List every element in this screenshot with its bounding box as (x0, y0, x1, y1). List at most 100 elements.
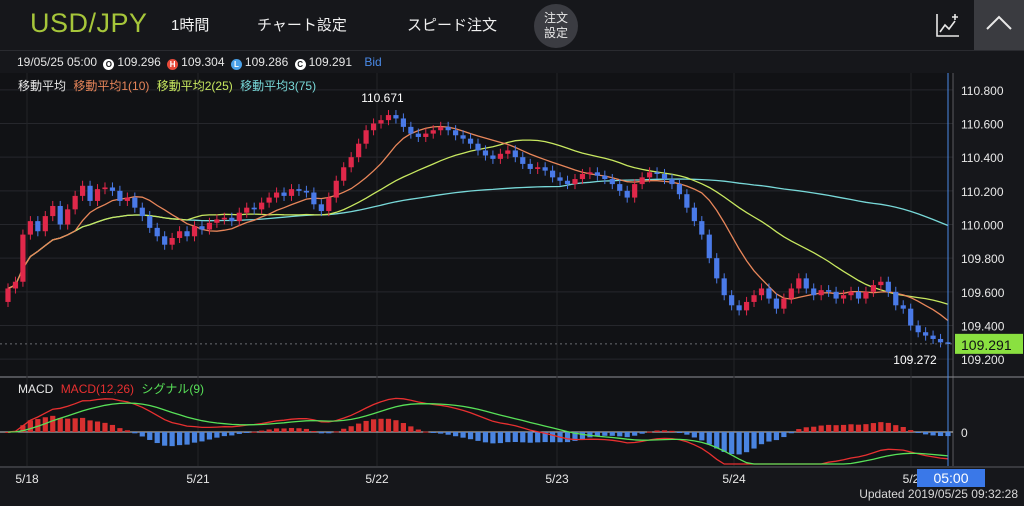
macd-histogram-bar (535, 432, 541, 443)
candle-body (550, 170, 556, 178)
candle-body (490, 155, 496, 159)
low-value: 109.286 (244, 55, 289, 69)
candle-body (840, 295, 847, 299)
macd-histogram-bar (930, 432, 936, 436)
candle-body (467, 138, 474, 144)
macd-histogram-bar (117, 428, 123, 432)
macd-histogram-bar (266, 429, 272, 432)
macd-histogram-bar (609, 432, 615, 436)
candle-body (848, 291, 854, 296)
time-tick-label: 5/23 (545, 472, 569, 486)
candle-body (826, 290, 832, 292)
macd-histogram-bar (878, 422, 884, 432)
candle-body (773, 298, 780, 309)
candle-body (57, 205, 63, 225)
candle-body (923, 332, 929, 336)
order-settings-button[interactable]: 注文 設定 (534, 4, 578, 48)
candle-body (766, 288, 772, 299)
macd-histogram-bar (57, 418, 63, 432)
candle-body (341, 167, 347, 181)
open-badge-icon: O (103, 59, 115, 70)
macd-histogram-bar (751, 432, 757, 449)
candle-body (811, 288, 817, 296)
macd-histogram-bar (408, 426, 414, 432)
macd-histogram-bar (706, 432, 712, 445)
candle-body (296, 189, 302, 191)
candle-body (803, 278, 809, 289)
price-tick-label: 109.600 (961, 286, 1005, 300)
timeframe-button[interactable]: 1時間 (171, 14, 209, 35)
macd-histogram-bar (288, 427, 295, 432)
macd-histogram-bar (714, 432, 720, 449)
candle-body (80, 185, 86, 196)
price-tick-label: 110.400 (961, 151, 1004, 165)
macd-histogram-bar (617, 432, 623, 437)
macd-histogram-bar (184, 432, 190, 445)
candle-body (564, 180, 571, 185)
price-tick-label: 109.800 (961, 252, 1005, 266)
candle-body (176, 231, 183, 238)
macd-histogram-bar (602, 432, 608, 436)
macd-histogram-bar (684, 432, 690, 435)
candle-body (356, 143, 362, 158)
macd-histogram-bar (72, 418, 78, 432)
macd-histogram-bar (848, 424, 854, 432)
speed-order-button[interactable]: スピード注文 (407, 14, 497, 35)
candle-body (12, 281, 19, 289)
candle-body (542, 167, 548, 171)
price-chart[interactable]: 110.800 110.600 110.400 110.200 110.000 109.8… (0, 0, 1024, 506)
candle-body (147, 216, 153, 228)
macd-histogram-bar (923, 432, 929, 435)
macd-histogram-bar (259, 430, 265, 432)
candle-body (5, 288, 11, 302)
candle-body (221, 217, 227, 220)
order-settings-label-line2: 設定 (543, 26, 568, 40)
candle-body (818, 290, 824, 296)
candle-body (453, 130, 459, 136)
candle-body (870, 285, 876, 292)
macd-histogram-bar (908, 430, 914, 432)
candle-body (527, 163, 533, 169)
ma2-legend: 移動平均2(25) (156, 79, 233, 93)
candle-body (430, 130, 436, 134)
crosshair-time-label: 05:00 (933, 470, 968, 486)
macd-histogram-bar (893, 425, 899, 432)
macd-histogram-bar (788, 432, 794, 434)
macd-histogram-bar (333, 431, 339, 433)
add-indicator-icon[interactable] (935, 12, 961, 38)
macd-histogram-bar (206, 432, 213, 440)
candle-body (326, 197, 332, 212)
close-value: 109.291 (308, 55, 353, 69)
chart-settings-button[interactable]: チャート設定 (257, 14, 347, 35)
candle-body (124, 197, 130, 201)
macd-histogram-bar (937, 432, 944, 437)
candle-body (930, 335, 936, 339)
macd-histogram-bar (423, 431, 429, 433)
macd-histogram-bar (50, 415, 56, 432)
macd-histogram-bar (251, 431, 257, 433)
macd-histogram-bar (80, 417, 86, 432)
candle-body (691, 207, 697, 222)
candle-body (482, 150, 489, 156)
macd-histogram-bar (691, 432, 697, 438)
collapse-button[interactable] (974, 0, 1024, 50)
ma3-legend: 移動平均3(75) (240, 79, 317, 93)
macd-histogram-bar (900, 427, 906, 432)
macd-histogram-bar (176, 432, 183, 446)
candle-body (915, 325, 921, 333)
macd-histogram-bar (393, 420, 399, 432)
candle-body (311, 192, 317, 205)
candle-body (602, 175, 608, 180)
macd-histogram-bar (281, 428, 287, 432)
currency-pair-selector[interactable]: USD/JPY (30, 8, 148, 39)
macd-histogram-bar (460, 432, 466, 438)
macd-histogram-bar (139, 432, 145, 437)
high-value: 109.304 (181, 55, 225, 69)
macd-legend-title: MACD (18, 382, 54, 396)
time-tick-label: 5/21 (186, 472, 210, 486)
candle-body (348, 157, 354, 168)
time-tick-label: 5/24 (722, 472, 746, 486)
macd-histogram-bar (467, 432, 474, 440)
candle-body (229, 217, 235, 222)
candle-body (162, 236, 168, 245)
